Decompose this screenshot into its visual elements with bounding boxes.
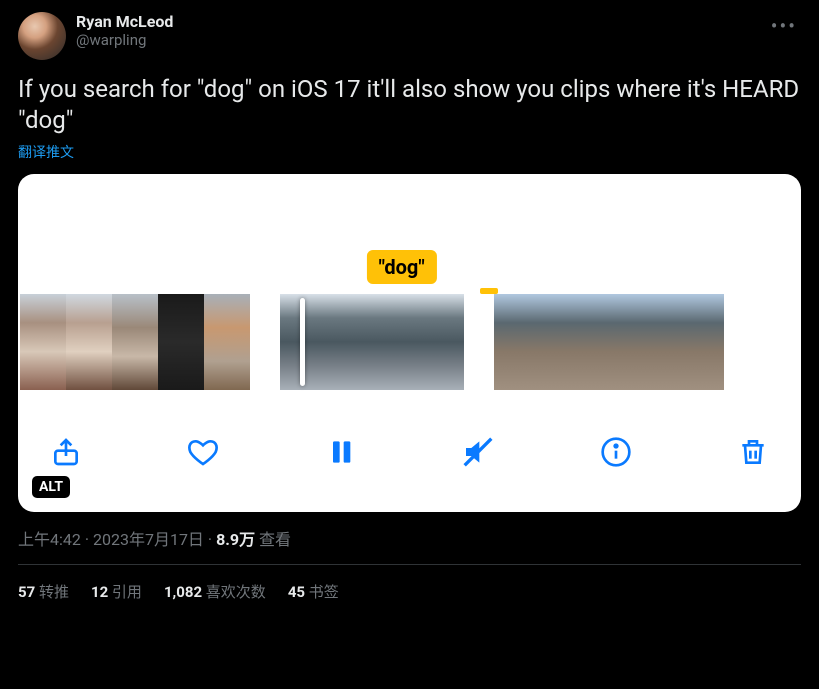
timeline-marker (480, 288, 498, 294)
avatar[interactable] (18, 12, 66, 60)
stats-row: 57 转推 12 引用 1,082 喜欢次数 45 书签 (18, 565, 801, 602)
views-label: 查看 (259, 530, 291, 549)
bookmarks-label: 书签 (309, 583, 339, 601)
clip-thumbnail (494, 294, 540, 390)
clip-thumbnail (540, 294, 586, 390)
clip-thumbnail (372, 294, 418, 390)
playhead[interactable] (300, 298, 305, 386)
clip-thumbnail (678, 294, 724, 390)
quotes-label: 引用 (112, 583, 142, 601)
more-button[interactable]: ••• (767, 12, 801, 40)
search-term-label: "dog" (367, 250, 437, 284)
tweet-time[interactable]: 上午4:42 (18, 530, 81, 549)
info-button[interactable] (598, 434, 634, 470)
media-card[interactable]: "dog" (18, 174, 801, 512)
pause-button[interactable] (323, 434, 359, 470)
clip-thumbnail (586, 294, 632, 390)
trash-button[interactable] (735, 434, 771, 470)
clip-thumbnail (326, 294, 372, 390)
clip-group (280, 294, 464, 390)
bookmarks-count: 45 (288, 583, 305, 601)
views-count: 8.9万 (216, 530, 255, 549)
tweet-container: Ryan McLeod @warpling ••• If you search … (0, 0, 819, 602)
video-timeline[interactable] (18, 294, 801, 390)
tweet-text: If you search for "dog" on iOS 17 it'll … (18, 74, 801, 136)
likes-count: 1,082 (164, 583, 202, 601)
quotes-count: 12 (91, 583, 108, 601)
tweet-header: Ryan McLeod @warpling ••• (18, 12, 801, 60)
clip-thumbnail (112, 294, 158, 390)
clip-thumbnail (158, 294, 204, 390)
clip-group (494, 294, 724, 390)
like-button[interactable] (185, 434, 221, 470)
quotes-stat[interactable]: 12 引用 (91, 581, 142, 602)
clip-thumbnail (66, 294, 112, 390)
media-top: "dog" (18, 174, 801, 294)
clip-group (20, 294, 250, 390)
likes-label: 喜欢次数 (206, 583, 266, 601)
username: @warpling (76, 31, 757, 49)
retweets-label: 转推 (39, 583, 69, 601)
translate-link[interactable]: 翻译推文 (18, 142, 74, 162)
media-controls (18, 390, 801, 490)
clip-thumbnail (20, 294, 66, 390)
retweets-count: 57 (18, 583, 35, 601)
likes-stat[interactable]: 1,082 喜欢次数 (164, 581, 266, 602)
clip-thumbnail (418, 294, 464, 390)
display-name: Ryan McLeod (76, 12, 757, 31)
alt-badge[interactable]: ALT (32, 476, 70, 498)
mute-button[interactable] (460, 434, 496, 470)
share-button[interactable] (48, 434, 84, 470)
tweet-date[interactable]: 2023年7月17日 (93, 530, 204, 549)
user-info[interactable]: Ryan McLeod @warpling (76, 12, 757, 49)
tweet-meta: 上午4:42 · 2023年7月17日 · 8.9万 查看 (18, 526, 801, 550)
retweets-stat[interactable]: 57 转推 (18, 581, 69, 602)
clip-thumbnail (204, 294, 250, 390)
clip-thumbnail (632, 294, 678, 390)
bookmarks-stat[interactable]: 45 书签 (288, 581, 339, 602)
